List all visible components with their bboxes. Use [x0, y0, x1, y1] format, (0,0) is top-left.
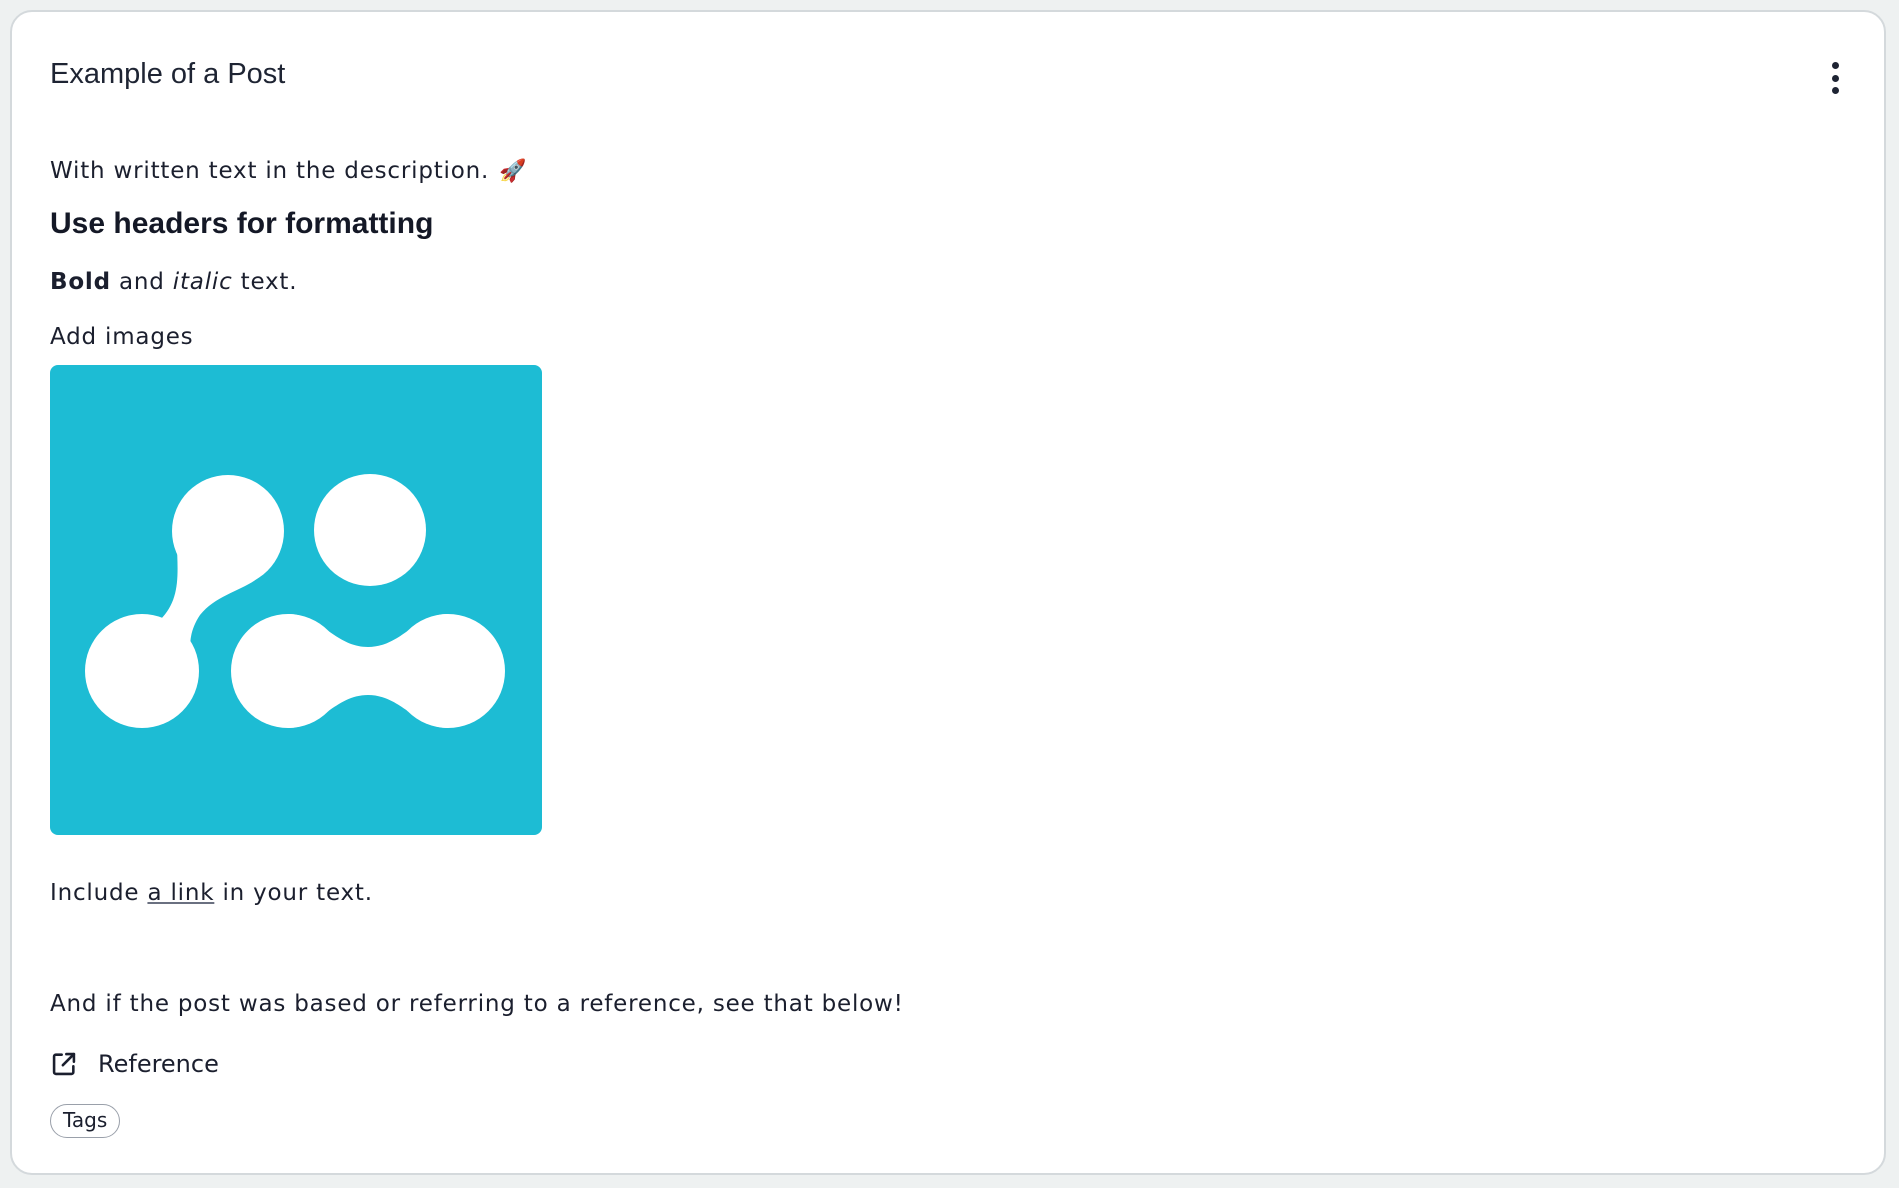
inline-link[interactable]: a link	[147, 880, 214, 906]
link-line: Include a link in your text.	[50, 880, 373, 906]
tag-chip[interactable]: Tags	[50, 1104, 121, 1138]
more-options-button[interactable]	[1822, 56, 1848, 100]
link-prefix: Include	[50, 880, 148, 906]
description-text: With written text in the description.	[50, 158, 490, 184]
bold-text: Bold	[50, 269, 111, 295]
post-title: Example of a Post	[50, 58, 286, 90]
reference-link[interactable]: Reference	[50, 1050, 219, 1078]
external-link-icon	[52, 1052, 76, 1076]
images-label: Add images	[50, 324, 194, 350]
link-suffix: in your text.	[214, 880, 373, 906]
and-text: and	[110, 269, 173, 295]
more-vertical-icon	[1831, 62, 1839, 69]
post-image	[50, 365, 542, 835]
italic-text: italic	[172, 269, 233, 295]
post-heading: Use headers for formatting	[50, 207, 434, 240]
post-description: With written text in the description. 🚀	[50, 158, 527, 184]
rocket-emoji: 🚀	[499, 159, 528, 184]
more-vertical-icon-dot	[1831, 74, 1839, 82]
formatting-line: Bold and italic text.	[50, 269, 297, 295]
text-suffix: text.	[232, 269, 298, 295]
reference-label: Reference	[98, 1050, 219, 1078]
more-vertical-icon-dot	[1831, 87, 1839, 94]
logo-image	[85, 474, 505, 728]
reference-note: And if the post was based or referring t…	[50, 991, 904, 1017]
post-card: Example of a Post With written text in t…	[10, 10, 1886, 1175]
